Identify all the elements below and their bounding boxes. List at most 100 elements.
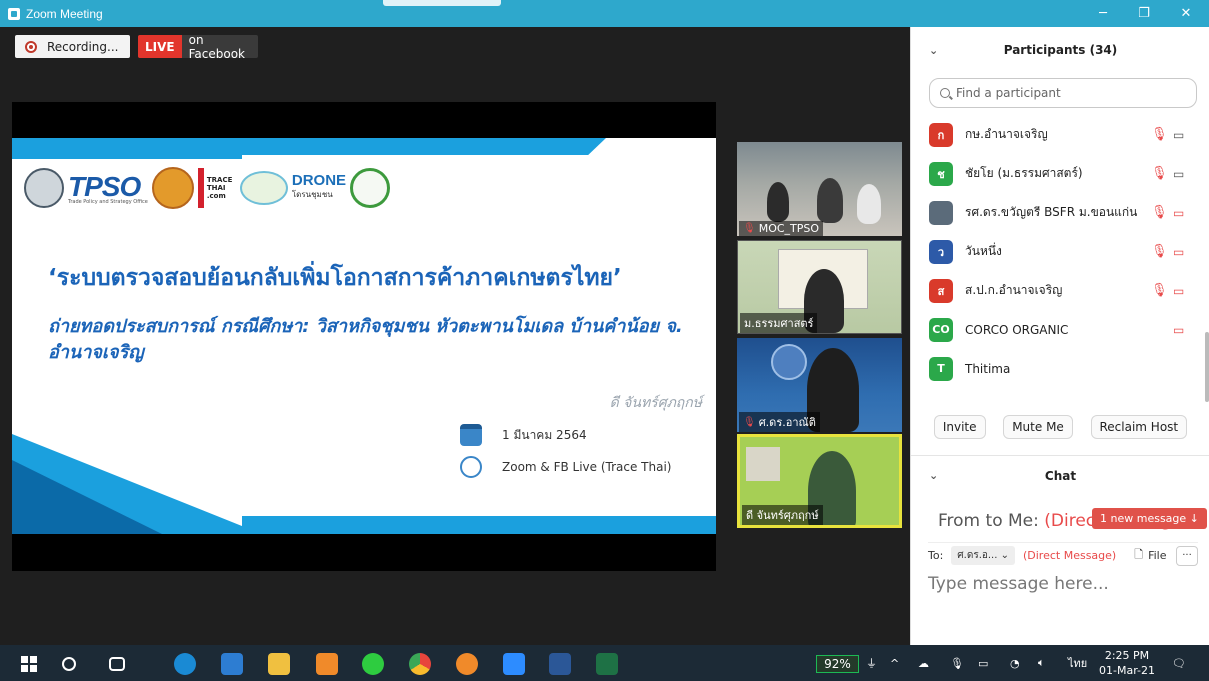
volume-icon[interactable]: 🔈︎ <box>1038 645 1045 681</box>
new-message-button[interactable]: 1 new message ↓ <box>1092 508 1207 529</box>
participants-scrollbar[interactable] <box>1205 332 1209 402</box>
video-tile-active-speaker[interactable]: ดี จันทร์ศุภฤกษ์ <box>737 434 902 528</box>
avatar: ว <box>929 239 953 264</box>
side-panel: ⌄ Participants (34) Find a participant ก… <box>910 27 1209 645</box>
wifi-icon[interactable]: ◔ <box>1010 645 1020 681</box>
mic-muted-icon[interactable]: 🎙︎ <box>1151 244 1168 259</box>
mic-muted-icon[interactable]: 🎙︎ <box>1151 205 1168 220</box>
participant-row[interactable]: ช ชัยโย (ม.ธรรมศาสตร์) 🎙︎ ▭ <box>911 154 1209 193</box>
video-tile[interactable]: ม.ธรรมศาสตร์ <box>737 240 902 334</box>
search-icon[interactable] <box>62 657 76 671</box>
file-explorer-icon[interactable] <box>268 653 290 675</box>
participants-title: Participants (34) <box>1003 43 1118 57</box>
slide-author: ดี จันทร์ศุภฤกษ์ <box>609 395 702 411</box>
app-icon[interactable] <box>316 653 338 675</box>
tpso-logo: TPSO Trade Policy and Strategy Office <box>68 171 148 205</box>
tpso-tagline: Trade Policy and Strategy Office <box>68 199 148 205</box>
participant-row[interactable]: ว วันหนึ่ง 🎙︎ ▭ <box>911 232 1209 271</box>
recording-indicator[interactable]: Recording... <box>15 35 130 58</box>
participants-list: ก กษ.อำนาจเจริญ 🎙︎ ▭ ช ชัยโย (ม.ธรรมศาสตร์) 🎙︎… <box>911 115 1209 388</box>
chevron-down-icon[interactable]: ⌄ <box>929 44 938 57</box>
power-icon[interactable]: ⏚ <box>866 645 877 681</box>
more-options-button[interactable]: ··· <box>1176 545 1198 566</box>
participant-row[interactable]: รศ.ดร.ขวัญตรี BSFR ม.ขอนแก่น 🎙︎ ▭ <box>911 193 1209 232</box>
video-tile-label: 🎙︎ ศ.ดร.อาณัติ <box>739 412 820 432</box>
battery-indicator[interactable]: 92% <box>816 655 859 673</box>
participants-actions: Invite Mute Me Reclaim Host <box>911 415 1209 439</box>
live-target: on Facebook <box>188 32 245 61</box>
line-icon[interactable] <box>362 653 384 675</box>
windows-taskbar: 92% ⏚ ^ ☁ 🎙︎ ▭ ◔ 🔈︎ ไทย 2:25 PM 01-Mar-2… <box>0 645 1209 681</box>
system-clock[interactable]: 2:25 PM 01-Mar-21 <box>1098 648 1156 678</box>
slide-date-row: 1 มีนาคม 2564 <box>460 424 587 446</box>
avatar <box>929 200 953 225</box>
battery-icon[interactable]: ▭ <box>978 645 988 681</box>
video-off-icon[interactable]: ▭ <box>1173 245 1184 259</box>
recipient-dm-tag: (Direct Message) <box>1022 549 1117 562</box>
mic-muted-icon[interactable]: 🎙︎ <box>1151 166 1168 181</box>
video-off-icon[interactable]: ▭ <box>1173 206 1184 220</box>
chat-message-input[interactable]: Type message here... <box>928 574 1109 594</box>
maximize-button[interactable]: ❐ <box>1124 0 1164 27</box>
presentation-slide: TPSO Trade Policy and Strategy Office TR… <box>12 138 716 534</box>
participant-search-input[interactable]: Find a participant <box>929 78 1197 108</box>
photos-icon[interactable] <box>221 653 243 675</box>
mic-muted-icon[interactable]: 🎙︎ <box>1151 127 1168 142</box>
edge-browser-icon[interactable] <box>174 653 196 675</box>
slide-logos: TPSO Trade Policy and Strategy Office TR… <box>24 166 391 210</box>
participant-row[interactable]: ก กษ.อำนาจเจริญ 🎙︎ ▭ <box>911 115 1209 154</box>
trace-thai-logo: TRACE THAI .com <box>197 168 236 208</box>
video-tile[interactable]: 🎙︎ MOC_TPSO <box>737 142 902 236</box>
search-icon <box>940 88 950 98</box>
slide-subtitle: ถ่ายทอดประสบการณ์ กรณีศึกษา: วิสาหกิจชุม… <box>48 316 683 363</box>
camera-app-icon[interactable] <box>456 653 478 675</box>
task-view-icon[interactable] <box>109 657 125 671</box>
mute-me-button[interactable]: Mute Me <box>1003 415 1073 439</box>
drone-community-logo: DRONE โดรนชุมชน <box>291 172 347 202</box>
minimize-button[interactable]: ─ <box>1083 0 1123 27</box>
view-options-tab[interactable] <box>383 0 501 6</box>
slide-venue: Zoom & FB Live (Trace Thai) <box>502 460 672 474</box>
mic-muted-icon: 🎙︎ <box>743 416 756 428</box>
calendar-icon <box>460 424 482 446</box>
garuda-seal-logo <box>151 167 194 209</box>
recipient-select[interactable]: ศ.ดร.อ... ⌄ <box>951 546 1015 565</box>
excel-icon[interactable] <box>596 653 618 675</box>
participant-name: ส.ป.ก.อำนาจเจริญ <box>965 283 1063 297</box>
cloud-icon[interactable]: ☁ <box>918 645 929 681</box>
participant-row[interactable]: T Thitima <box>911 349 1209 388</box>
window-title: Zoom Meeting <box>26 6 103 21</box>
invite-button[interactable]: Invite <box>933 415 986 439</box>
word-icon[interactable] <box>549 653 571 675</box>
chat-header: ⌄ Chat <box>911 455 1209 495</box>
drone-logo-text: DRONE <box>291 172 347 189</box>
notifications-icon[interactable]: 🗨 <box>1172 645 1186 681</box>
participant-row[interactable]: ส ส.ป.ก.อำนาจเจริญ 🎙︎ ▭ <box>911 271 1209 310</box>
video-off-icon[interactable]: ▭ <box>1173 284 1184 298</box>
file-button[interactable]: 🗋 File <box>1134 546 1166 565</box>
participant-row[interactable]: CO CORCO ORGANIC ▭ <box>911 310 1209 349</box>
language-indicator[interactable]: ไทย <box>1068 645 1087 681</box>
avatar: CO <box>929 317 953 342</box>
video-tile[interactable]: 🎙︎ ศ.ดร.อาณัติ <box>737 338 902 432</box>
video-off-icon[interactable]: ▭ <box>1173 323 1184 337</box>
close-button[interactable]: ✕ <box>1166 0 1206 27</box>
video-tile-label: ม.ธรรมศาสตร์ <box>740 313 818 333</box>
slide-top-band <box>12 138 606 155</box>
chevron-down-icon[interactable]: ⌄ <box>929 469 938 482</box>
video-icon[interactable]: ▭ <box>1173 128 1184 142</box>
meeting-area: Recording... LIVE on Facebook TPSO Trade… <box>0 27 910 645</box>
reclaim-host-button[interactable]: Reclaim Host <box>1090 415 1188 439</box>
drone-logo-sub: โดรนชุมชน <box>291 190 333 199</box>
live-stream-indicator[interactable]: LIVE on Facebook <box>138 32 258 61</box>
video-icon[interactable]: ▭ <box>1173 167 1184 181</box>
shared-screen: TPSO Trade Policy and Strategy Office TR… <box>12 102 716 571</box>
zoom-taskbar-icon[interactable] <box>503 653 525 675</box>
avatar: ช <box>929 161 953 186</box>
mic-muted-icon[interactable]: 🎙︎ <box>1151 283 1168 298</box>
microphone-icon[interactable]: 🎙︎ <box>950 645 964 681</box>
avatar: T <box>929 356 953 381</box>
chrome-icon[interactable] <box>409 653 431 675</box>
windows-start-icon[interactable] <box>21 656 37 672</box>
chevron-up-icon[interactable]: ^ <box>890 645 899 681</box>
